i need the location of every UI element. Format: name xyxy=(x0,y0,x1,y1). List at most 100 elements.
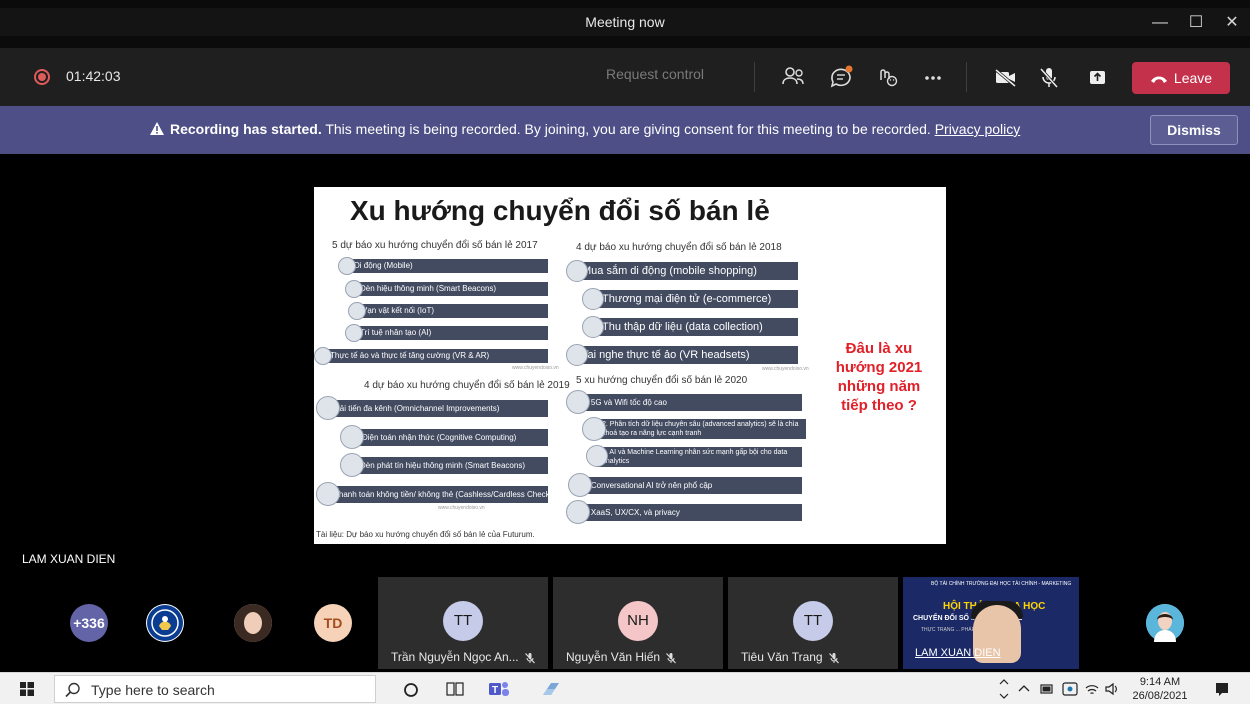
camera-off-icon[interactable] xyxy=(990,62,1020,92)
participant-tile[interactable]: TT Trần Nguyễn Ngọc An... xyxy=(378,577,548,669)
section-2018-title: 4 dự báo xu hướng chuyển đổi số bán lẻ 2… xyxy=(576,242,782,253)
source-note: www.chuyendoiso.vn xyxy=(512,365,559,371)
bullet-circle xyxy=(338,257,356,275)
overflow-participants-button[interactable]: +336 xyxy=(70,604,108,642)
file-explorer-icon[interactable] xyxy=(540,679,562,699)
dismiss-button[interactable]: Dismiss xyxy=(1150,115,1238,145)
avatar-photo[interactable] xyxy=(1146,604,1184,642)
participant-name: Nguyễn Văn Hiến xyxy=(566,650,677,664)
recording-message: Recording has started. This meeting is b… xyxy=(150,121,1020,137)
wifi-icon[interactable] xyxy=(1084,681,1100,697)
recording-indicator-icon xyxy=(34,69,50,85)
toolbar-divider xyxy=(966,62,967,92)
list-item: Điện toán nhận thức (Cognitive Computing… xyxy=(356,429,548,446)
bullet-circle xyxy=(568,473,592,497)
mic-off-icon xyxy=(666,652,676,664)
presenter-name: LAM XUAN DIEN xyxy=(22,552,116,566)
phone-hangup-icon xyxy=(1150,76,1167,84)
bullet-circle xyxy=(316,396,340,420)
recording-consent-text: This meeting is being recorded. By joini… xyxy=(321,121,935,137)
share-screen-icon[interactable] xyxy=(1082,62,1112,92)
person-photo-icon xyxy=(234,604,272,642)
participant-tile[interactable]: TT Tiêu Văn Trang xyxy=(728,577,898,669)
bullet-circle xyxy=(582,288,604,310)
list-item: Đèn phát tín hiệu thông minh (Smart Beac… xyxy=(354,457,548,474)
participant-tile[interactable]: NH Nguyễn Văn Hiến xyxy=(553,577,723,669)
slide-citation: Tài liệu: Dự báo xu hướng chuyển đổi số … xyxy=(316,530,535,539)
participant-initials: TT xyxy=(443,601,483,641)
close-window-button[interactable]: ✕ xyxy=(1214,10,1250,36)
privacy-policy-link[interactable]: Privacy policy xyxy=(935,121,1021,137)
list-item: Thanh toán không tiền/ không thẻ (Cashle… xyxy=(328,486,548,503)
window-title-bar: Meeting now — ☐ ✕ xyxy=(0,0,1250,36)
video-header-text: BỘ TÀI CHÍNH TRƯỜNG ĐẠI HỌC TÀI CHÍNH - … xyxy=(931,581,1072,587)
bullet-circle xyxy=(582,417,606,441)
list-item: 4. Conversational AI trở nên phổ cập xyxy=(576,477,802,494)
meeting-toolbar: 01:42:03 Request control Leave xyxy=(0,48,1250,106)
presenter-video-tile[interactable]: BỘ TÀI CHÍNH TRƯỜNG ĐẠI HỌC TÀI CHÍNH - … xyxy=(903,577,1079,669)
chevron-up-icon[interactable] xyxy=(1018,683,1030,693)
list-item: Vạn vật kết nối (IoT) xyxy=(356,304,548,318)
teams-app-icon[interactable]: T xyxy=(488,679,510,699)
battery-icon[interactable] xyxy=(1040,683,1054,695)
list-item: Cải tiến đa kênh (Omnichannel Improvemen… xyxy=(328,400,548,417)
bullet-circle xyxy=(345,280,363,298)
volume-icon[interactable] xyxy=(1104,681,1120,697)
list-item: Di động (Mobile) xyxy=(348,259,548,273)
list-item: Trí tuệ nhân tạo (AI) xyxy=(354,326,548,340)
slide-question: Đâu là xu hướng 2021 những năm tiếp theo… xyxy=(835,340,923,414)
taskbar-search-box[interactable]: Type here to search xyxy=(54,675,376,703)
person-photo-icon xyxy=(1146,604,1184,642)
participant-initials: NH xyxy=(618,601,658,641)
participant-name-text: Trần Nguyễn Ngọc An... xyxy=(391,650,519,664)
list-item: Đèn hiệu thông minh (Smart Beacons) xyxy=(354,282,548,296)
bullet-circle xyxy=(314,347,332,365)
mic-off-icon[interactable] xyxy=(1034,62,1064,92)
mic-off-icon xyxy=(828,652,839,664)
windows-start-icon[interactable] xyxy=(20,682,34,696)
bullet-circle xyxy=(340,453,364,477)
bullet-circle xyxy=(566,390,590,414)
meet-now-icon[interactable] xyxy=(1062,681,1078,697)
avatar-club-logo[interactable] xyxy=(146,604,184,642)
people-icon[interactable] xyxy=(778,62,808,92)
avatar-td[interactable]: TD xyxy=(314,604,352,642)
bullet-circle xyxy=(348,302,366,320)
bullet-circle xyxy=(345,324,363,342)
avatar-photo[interactable] xyxy=(234,604,272,642)
presentation-slide: Xu hướng chuyển đổi số bán lẻ 5 dự báo x… xyxy=(314,187,946,544)
shared-content-stage: Xu hướng chuyển đổi số bán lẻ 5 dự báo x… xyxy=(0,154,1250,574)
list-item: 2. Phân tích dữ liệu chuyên sâu (advance… xyxy=(596,419,806,439)
maximize-button[interactable]: ☐ xyxy=(1178,10,1214,36)
leave-label: Leave xyxy=(1173,70,1213,86)
bullet-circle xyxy=(566,344,588,366)
bullet-circle xyxy=(582,316,604,338)
bullet-circle xyxy=(566,500,590,524)
clock-time: 9:14 AM xyxy=(1139,676,1181,688)
cortana-icon[interactable] xyxy=(403,682,419,698)
participant-name-text: Nguyễn Văn Hiến xyxy=(566,650,661,664)
leave-button[interactable]: Leave xyxy=(1132,62,1230,94)
clock-date: 26/08/2021 xyxy=(1132,690,1188,702)
scroll-arrows-icon[interactable] xyxy=(998,676,1010,702)
section-2020-title: 5 xu hướng chuyển đổi số bán lẻ 2020 xyxy=(576,375,748,386)
list-item: Mua sắm di động (mobile shopping) xyxy=(576,262,798,280)
list-item: 3. AI và Machine Learning nhân sức mạnh … xyxy=(596,447,802,467)
participant-name: Trần Nguyễn Ngọc An... xyxy=(391,650,536,664)
participant-name: Tiêu Văn Trang xyxy=(741,650,840,664)
taskbar-clock[interactable]: 9:14 AM 26/08/2021 xyxy=(1130,675,1190,703)
participant-strip: +336 TD TT Trần Nguyễn Ngọc An... NH Ngu… xyxy=(0,574,1250,672)
video-subtitle-2: THỰC TRẠNG ... PHÁP xyxy=(921,627,975,633)
bullet-circle xyxy=(586,445,608,467)
minimize-button[interactable]: — xyxy=(1142,10,1178,36)
list-item: 1. 5G và Wifi tốc độ cao xyxy=(576,394,802,411)
reactions-icon[interactable] xyxy=(872,62,902,92)
chelsea-crest-icon xyxy=(147,605,183,641)
task-view-icon[interactable] xyxy=(446,681,464,697)
chat-icon[interactable] xyxy=(826,62,856,92)
more-icon[interactable] xyxy=(918,62,948,92)
notification-icon[interactable] xyxy=(1214,681,1230,697)
list-item: Thực tế ảo và thực tế tăng cường (VR & A… xyxy=(324,349,548,363)
request-control-button[interactable]: Request control xyxy=(590,66,720,88)
svg-text:T: T xyxy=(492,685,498,696)
